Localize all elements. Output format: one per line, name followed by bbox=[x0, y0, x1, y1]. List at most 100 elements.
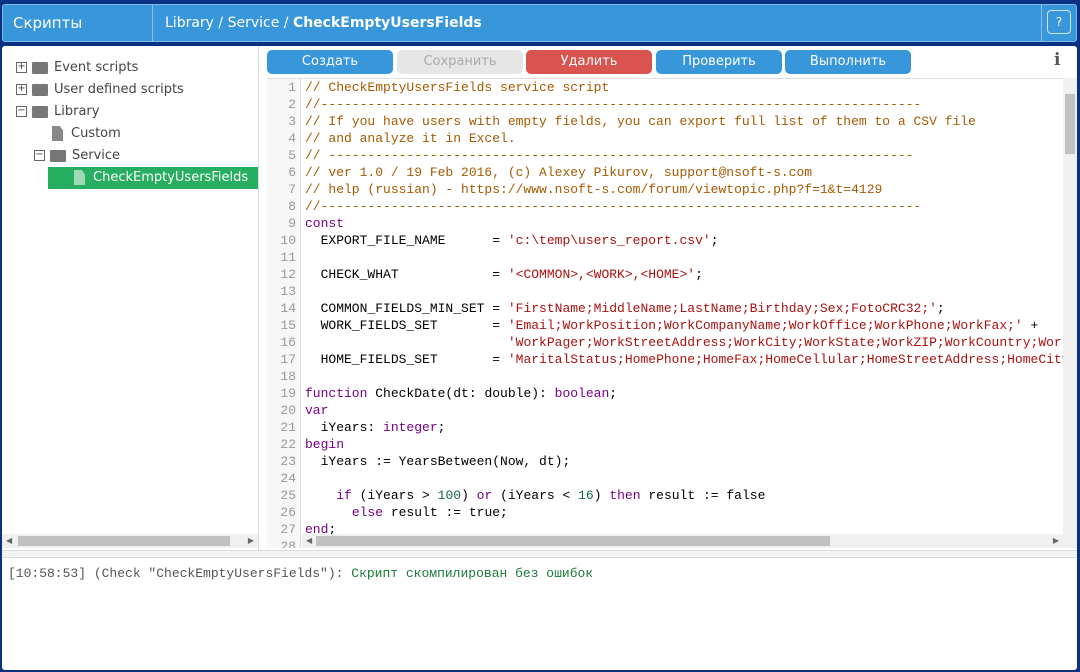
tree-item[interactable]: CheckEmptyUsersFields bbox=[48, 167, 258, 189]
folder-icon bbox=[32, 61, 48, 74]
line-number: 4 bbox=[288, 131, 296, 146]
code-token: '<COMMON>,<WORK>,<HOME>' bbox=[507, 267, 696, 282]
save-button[interactable]: Сохранить bbox=[397, 50, 523, 74]
tree-horizontal-scrollbar[interactable]: ◀ ▶ bbox=[2, 534, 258, 548]
code-token: result := false bbox=[640, 488, 766, 503]
line-number: 13 bbox=[280, 284, 296, 299]
file-icon bbox=[74, 170, 85, 185]
tree-item[interactable]: Custom bbox=[52, 123, 121, 145]
tree-item[interactable]: − Library bbox=[16, 101, 99, 123]
code-token: EXPORT_FILE_NAME = bbox=[305, 233, 508, 248]
code-token: 'WorkPager;WorkStreetAddress;WorkCity;Wo… bbox=[507, 335, 1063, 350]
collapse-icon[interactable]: − bbox=[34, 150, 45, 161]
run-button[interactable]: Выполнить bbox=[785, 50, 911, 74]
line-number: 22 bbox=[280, 437, 296, 452]
code-line: // and analyze it in Excel. bbox=[305, 130, 516, 147]
code-token: iYears := YearsBetween(Now, dt); bbox=[305, 454, 571, 469]
tree-item[interactable]: + User defined scripts bbox=[16, 79, 184, 101]
help-area: ? bbox=[1041, 5, 1076, 41]
tree-item-label: CheckEmptyUsersFields bbox=[93, 170, 249, 185]
expand-icon[interactable]: + bbox=[16, 84, 27, 95]
panel-splitter[interactable] bbox=[2, 550, 1077, 558]
editor-vertical-scrollbar[interactable] bbox=[1063, 78, 1077, 548]
code-token: 'c:\temp\users_report.csv' bbox=[507, 233, 711, 248]
code-line: //--------------------------------------… bbox=[305, 198, 921, 215]
code-token: COMMON_FIELDS_MIN_SET = bbox=[305, 301, 508, 316]
code-line: EXPORT_FILE_NAME = 'c:\temp\users_report… bbox=[305, 232, 719, 249]
create-button[interactable]: Создать bbox=[267, 50, 393, 74]
scroll-right-icon[interactable]: ▶ bbox=[1053, 534, 1059, 548]
line-number: 21 bbox=[280, 420, 296, 435]
line-number: 28 bbox=[280, 539, 296, 548]
line-number: 10 bbox=[280, 233, 296, 248]
code-token: var bbox=[305, 403, 329, 418]
code-token: ; bbox=[710, 233, 719, 248]
code-token: ; bbox=[936, 301, 945, 316]
line-number: 3 bbox=[288, 114, 296, 129]
line-number: 12 bbox=[280, 267, 296, 282]
breadcrumb: Library / Service / CheckEmptyUsersField… bbox=[165, 5, 482, 41]
line-number: 8 bbox=[288, 199, 296, 214]
code-token: ) bbox=[461, 488, 477, 503]
code-token: // ver 1.0 / 19 Feb 2016, (c) Alexey Pik… bbox=[305, 165, 813, 180]
scroll-thumb[interactable] bbox=[316, 536, 830, 546]
code-line: begin bbox=[305, 436, 344, 453]
code-token: // help (russian) - https://www.nsoft-s.… bbox=[305, 182, 883, 197]
code-token: integer bbox=[383, 420, 438, 435]
scroll-thumb[interactable] bbox=[1065, 94, 1075, 154]
code-token: + bbox=[1022, 318, 1039, 333]
code-line: // ver 1.0 / 19 Feb 2016, (c) Alexey Pik… bbox=[305, 164, 812, 181]
check-button[interactable]: Проверить bbox=[656, 50, 782, 74]
line-number: 17 bbox=[280, 352, 296, 367]
code-token: 'MaritalStatus;HomePhone;HomeFax;HomeCel… bbox=[507, 352, 1063, 367]
info-icon[interactable]: i bbox=[1054, 50, 1060, 70]
breadcrumb-path: Library / Service / bbox=[165, 15, 293, 31]
help-button[interactable]: ? bbox=[1047, 10, 1071, 34]
collapse-icon[interactable]: − bbox=[16, 106, 27, 117]
line-number: 24 bbox=[280, 471, 296, 486]
code-token: // -------------------------------------… bbox=[305, 148, 914, 163]
code-token: (iYears > bbox=[351, 488, 438, 503]
folder-icon bbox=[32, 83, 48, 96]
line-number: 11 bbox=[280, 250, 296, 265]
code-line: //--------------------------------------… bbox=[305, 96, 921, 113]
code-token: begin bbox=[305, 437, 345, 452]
tree-item[interactable]: + Event scripts bbox=[16, 57, 138, 79]
delete-button[interactable]: Удалить bbox=[526, 50, 652, 74]
code-token: function bbox=[305, 386, 368, 401]
code-token: or bbox=[476, 488, 493, 503]
tree-item-label: Service bbox=[72, 148, 121, 163]
scroll-right-icon[interactable]: ▶ bbox=[248, 534, 254, 548]
code-line: COMMON_FIELDS_MIN_SET = 'FirstName;Middl… bbox=[305, 300, 945, 317]
code-line: // help (russian) - https://www.nsoft-s.… bbox=[305, 181, 882, 198]
code-token: (iYears < bbox=[492, 488, 579, 503]
folder-open-icon bbox=[50, 149, 66, 162]
line-number: 5 bbox=[288, 148, 296, 163]
line-number: 16 bbox=[280, 335, 296, 350]
code-token: // If you have users with empty fields, … bbox=[305, 114, 976, 129]
breadcrumb-current: CheckEmptyUsersFields bbox=[292, 15, 482, 31]
line-number: 15 bbox=[280, 318, 296, 333]
code-editor[interactable]: 1 2 3 4 5 6 7 8 9 10 11 12 13 14 15 16 17 18 19 20 21 22 23 24 2… bbox=[267, 78, 1063, 548]
code-token: 'FirstName;MiddleName;LastName;Birthday;… bbox=[507, 301, 937, 316]
main-panel: + Event scripts + User defined scripts − Libr… bbox=[2, 46, 1077, 670]
code-token: // CheckEmptyUsersFields service script bbox=[305, 80, 610, 95]
line-number: 19 bbox=[280, 386, 296, 401]
code-line: // If you have users with empty fields, … bbox=[305, 113, 976, 130]
scroll-left-icon[interactable]: ◀ bbox=[6, 534, 12, 548]
scroll-left-icon[interactable]: ◀ bbox=[306, 534, 312, 548]
code-token: //--------------------------------------… bbox=[305, 199, 922, 214]
tree-item[interactable]: − Service bbox=[34, 145, 120, 167]
code-token: CHECK_WHAT = bbox=[305, 267, 508, 282]
scroll-thumb[interactable] bbox=[18, 536, 230, 546]
code-token: if bbox=[336, 488, 352, 503]
code-line: 'WorkPager;WorkStreetAddress;WorkCity;Wo… bbox=[305, 334, 1063, 351]
code-line: if (iYears > 100) or (iYears < 16) then … bbox=[305, 487, 765, 504]
tree-item-label: Custom bbox=[71, 126, 121, 141]
code-token: // and analyze it in Excel. bbox=[305, 131, 516, 146]
expand-icon[interactable]: + bbox=[16, 62, 27, 73]
editor-horizontal-scrollbar[interactable]: ◀ ▶ bbox=[302, 534, 1063, 548]
tree-item-label: Event scripts bbox=[54, 60, 139, 75]
